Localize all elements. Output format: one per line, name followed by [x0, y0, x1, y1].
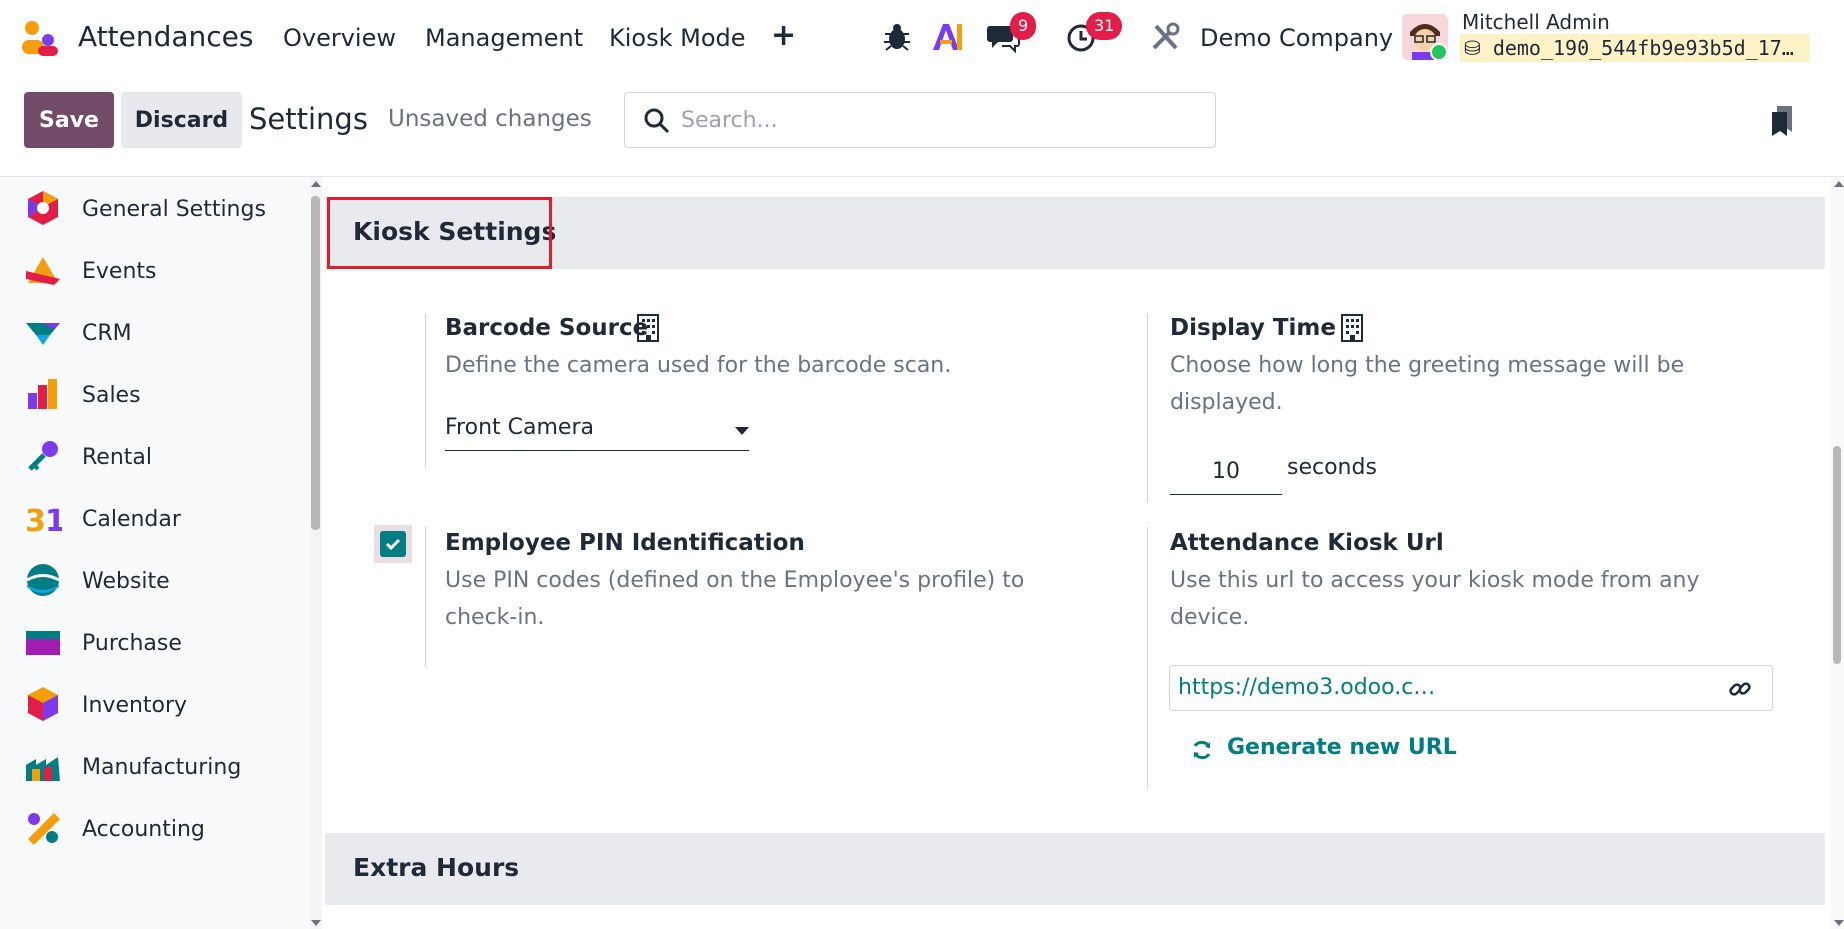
kiosk-url-description: Use this url to access your kiosk mode f…: [1170, 568, 1700, 630]
main-scrollbar-thumb[interactable]: [1833, 446, 1841, 664]
svg-text:1: 1: [45, 504, 62, 537]
page-title: Settings: [249, 102, 368, 136]
chevron-down-icon: [735, 427, 749, 435]
online-status-indicator: [1430, 43, 1448, 61]
display-time-title: Display Time: [1170, 315, 1336, 341]
calendar-icon: 3 1: [25, 504, 62, 537]
sidebar-item-label: Website: [82, 569, 170, 594]
kiosk-url-value[interactable]: https://demo3.odoo.c…: [1178, 675, 1435, 700]
tools-icon[interactable]: [1148, 20, 1182, 54]
setting-divider: [1147, 313, 1148, 503]
display-time-input[interactable]: 10: [1170, 453, 1282, 495]
kiosk-url-field[interactable]: https://demo3.odoo.c…: [1169, 665, 1773, 711]
sidebar-item-label: Sales: [82, 383, 141, 408]
main-scroll-down-icon[interactable]: [1834, 920, 1844, 926]
sidebar-item-website[interactable]: Website: [0, 549, 310, 611]
company-switcher[interactable]: Demo Company: [1200, 24, 1393, 52]
settings-main: Kiosk Settings Barcode Source Define the…: [325, 177, 1825, 929]
menu-overview[interactable]: Overview: [283, 24, 396, 52]
sidebar-scrollbar-thumb[interactable]: [311, 196, 320, 530]
database-label: demo_190_544fb9e93b5d_17…: [1492, 36, 1794, 60]
attendances-app-icon[interactable]: [20, 18, 60, 58]
search-box[interactable]: [624, 92, 1216, 148]
save-button[interactable]: Save: [24, 92, 114, 148]
user-name[interactable]: Mitchell Admin: [1462, 10, 1610, 34]
setting-divider: [425, 527, 426, 667]
building-icon: [1341, 314, 1363, 342]
setting-divider: [1147, 527, 1148, 789]
setting-divider: [425, 313, 426, 468]
activities-badge: 31: [1086, 12, 1123, 40]
manufacturing-icon: [26, 757, 60, 781]
menu-kiosk-mode[interactable]: Kiosk Mode: [609, 24, 746, 52]
sidebar-item-events[interactable]: Events: [0, 239, 310, 301]
events-icon: [26, 257, 60, 285]
sidebar-item-sales[interactable]: Sales: [0, 363, 310, 425]
main-scroll-up-icon[interactable]: [1834, 181, 1844, 187]
sales-icon: [28, 379, 57, 409]
sidebar-item-label: CRM: [82, 321, 132, 346]
top-navbar: Attendances Overview Management Kiosk Mo…: [0, 0, 1844, 76]
sidebar-item-label: Calendar: [82, 507, 181, 532]
sidebar-item-accounting[interactable]: Accounting: [0, 797, 310, 859]
pin-checkbox-wrapper[interactable]: [374, 525, 412, 563]
checkmark-icon: [385, 538, 401, 551]
sidebar-item-label: Accounting: [82, 817, 205, 842]
sidebar-item-label: Manufacturing: [82, 755, 242, 780]
copy-link-icon[interactable]: [1728, 677, 1752, 701]
database-name: ⛁ demo_190_544fb9e93b5d_17…: [1460, 34, 1810, 62]
website-icon: [26, 564, 60, 596]
accounting-icon: [28, 813, 60, 845]
sidebar-item-purchase[interactable]: Purchase: [0, 611, 310, 673]
sidebar-item-label: Purchase: [82, 631, 182, 656]
ai-icon[interactable]: [930, 20, 964, 54]
extra-hours-header: Extra Hours: [325, 833, 1825, 905]
sidebar-item-label: Events: [82, 259, 157, 284]
rental-key-icon: [28, 441, 58, 471]
pin-title: Employee PIN Identification: [445, 530, 805, 556]
messages-badge: 9: [1010, 12, 1037, 40]
settings-sidebar: General Settings Events CRM Sales Rental: [0, 177, 322, 929]
barcode-source-title: Barcode Source: [445, 315, 649, 341]
sidebar-item-label: General Settings: [82, 197, 266, 222]
barcode-source-description: Define the camera used for the barcode s…: [445, 353, 952, 378]
refresh-icon: [1193, 740, 1211, 760]
bug-icon[interactable]: [880, 20, 914, 54]
sidebar-item-calendar[interactable]: 3 1 Calendar: [0, 487, 310, 549]
barcode-source-select[interactable]: Front Camera: [445, 409, 749, 451]
building-icon: [637, 314, 659, 342]
search-icon: [644, 108, 670, 134]
sidebar-scroll-up-icon[interactable]: [311, 181, 321, 187]
bookmark-icon[interactable]: [1770, 104, 1796, 138]
pin-description: Use PIN codes (defined on the Employee's…: [445, 568, 1025, 630]
sidebar-item-label: Rental: [82, 445, 152, 470]
database-icon: ⛁: [1464, 36, 1481, 60]
kiosk-url-title: Attendance Kiosk Url: [1170, 530, 1444, 556]
display-time-unit: seconds: [1287, 455, 1377, 480]
menu-management[interactable]: Management: [425, 24, 583, 52]
sidebar-item-general-settings[interactable]: General Settings: [0, 177, 310, 239]
sidebar-item-label: Inventory: [82, 693, 188, 718]
crm-icon: [26, 323, 60, 345]
svg-text:3: 3: [25, 504, 46, 537]
section-title: Extra Hours: [353, 853, 520, 882]
general-settings-icon: [28, 191, 58, 225]
generate-url-label: Generate new URL: [1227, 735, 1457, 760]
discard-button[interactable]: Discard: [121, 92, 242, 148]
pin-checkbox[interactable]: [380, 531, 406, 557]
app-name[interactable]: Attendances: [78, 20, 253, 53]
purchase-icon: [26, 631, 60, 655]
sidebar-item-manufacturing[interactable]: Manufacturing: [0, 735, 310, 797]
display-time-description: Choose how long the greeting message wil…: [1170, 353, 1685, 415]
select-value: Front Camera: [445, 415, 594, 440]
sidebar-scroll-down-icon[interactable]: [311, 920, 321, 926]
sidebar-item-rental[interactable]: Rental: [0, 425, 310, 487]
sidebar-item-crm[interactable]: CRM: [0, 301, 310, 363]
unsaved-changes-indicator: Unsaved changes: [388, 106, 592, 132]
inventory-icon: [28, 687, 58, 721]
search-input[interactable]: [681, 93, 1201, 147]
add-menu-icon[interactable]: +: [771, 18, 796, 53]
sidebar-item-inventory[interactable]: Inventory: [0, 673, 310, 735]
highlight-box: [327, 197, 552, 269]
